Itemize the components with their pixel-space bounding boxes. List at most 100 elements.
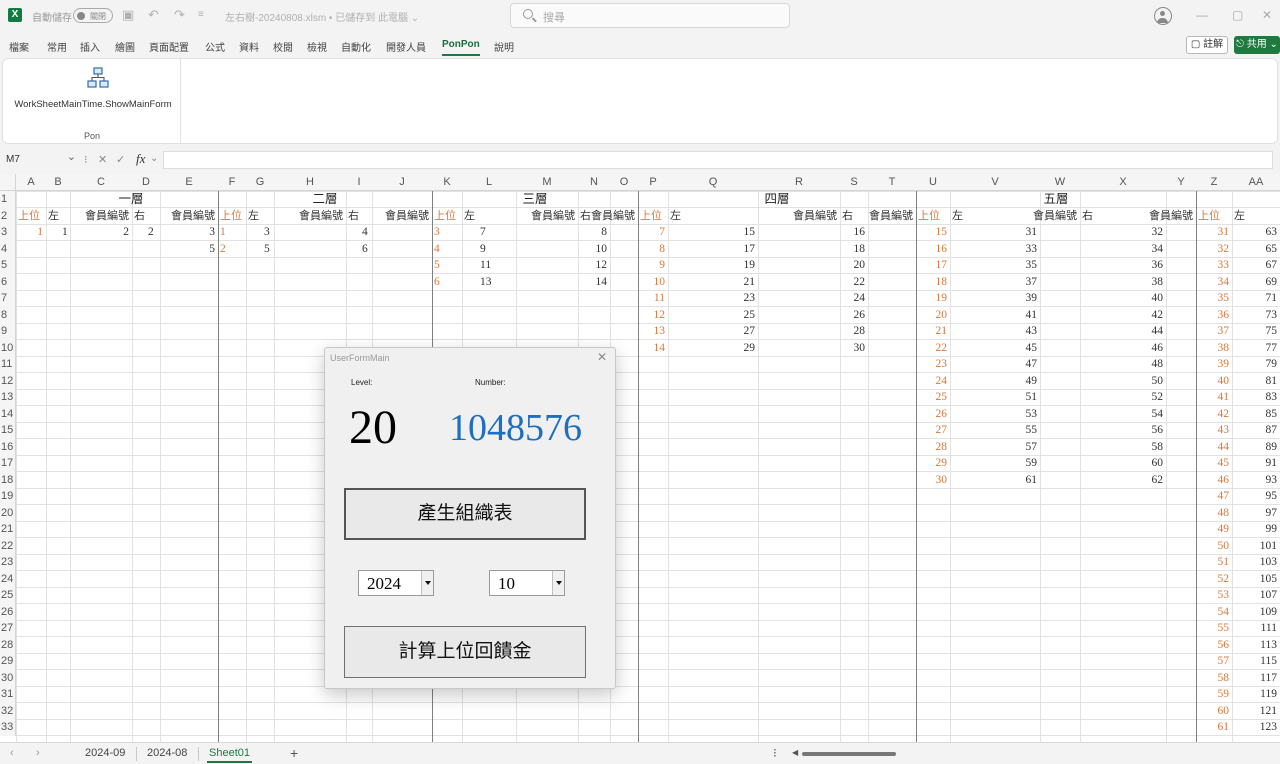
cell-right[interactable]: 38 bbox=[1040, 274, 1164, 291]
cell-left[interactable]: 115 bbox=[1192, 653, 1277, 670]
column-header[interactable]: Z bbox=[1196, 174, 1232, 191]
column-header[interactable]: R bbox=[758, 174, 840, 191]
column-header[interactable]: H bbox=[274, 174, 346, 191]
row-header[interactable]: 1 bbox=[0, 191, 16, 208]
tab-file[interactable]: 檔案 bbox=[9, 39, 29, 54]
tab-page-layout[interactable]: 頁面配置 bbox=[149, 39, 189, 54]
cell-left[interactable]: 97 bbox=[1192, 505, 1278, 522]
row-header[interactable]: 16 bbox=[0, 438, 16, 455]
cell-left[interactable]: 3 bbox=[264, 224, 352, 241]
row-header[interactable]: 7 bbox=[0, 290, 16, 307]
scroll-left-icon[interactable]: ◀ bbox=[792, 748, 798, 757]
insert-function-icon[interactable]: fx bbox=[136, 151, 145, 167]
column-header[interactable]: X bbox=[1080, 174, 1166, 191]
more-options-icon[interactable]: ⁝ bbox=[84, 153, 88, 166]
cell-right[interactable]: 2 bbox=[30, 224, 129, 241]
cell-left[interactable]: 105 bbox=[1192, 571, 1277, 588]
cell-left[interactable]: 25 bbox=[628, 307, 756, 324]
autosave-toggle[interactable]: 關閉 bbox=[73, 8, 113, 23]
cell-right[interactable]: 16 bbox=[800, 224, 866, 241]
cell-right[interactable]: 24 bbox=[800, 290, 866, 307]
cell-right[interactable]: 18 bbox=[800, 241, 866, 258]
cell-left[interactable]: 85 bbox=[1192, 406, 1278, 423]
cell-right[interactable]: 40 bbox=[1040, 290, 1164, 307]
row-header[interactable]: 25 bbox=[0, 587, 16, 604]
column-header[interactable]: P bbox=[638, 174, 668, 191]
minimize-icon[interactable]: — bbox=[1196, 8, 1208, 22]
row-header[interactable]: 23 bbox=[0, 554, 16, 571]
row-header[interactable]: 5 bbox=[0, 257, 16, 274]
tab-developer[interactable]: 開發人員 bbox=[386, 39, 426, 54]
sheet-tab-2024-09[interactable]: 2024-09 bbox=[85, 747, 125, 759]
month-select[interactable]: 10 bbox=[489, 570, 565, 596]
column-header[interactable]: O bbox=[610, 174, 638, 191]
cell-right[interactable]: 56 bbox=[1040, 422, 1164, 439]
cell-member[interactable]: 5 bbox=[120, 241, 215, 258]
tab-automate[interactable]: 自動化 bbox=[341, 39, 371, 54]
cell-right[interactable]: 8 bbox=[538, 224, 607, 241]
column-header[interactable]: J bbox=[372, 174, 432, 191]
row-header[interactable]: 9 bbox=[0, 323, 16, 340]
row-header[interactable]: 11 bbox=[0, 356, 16, 373]
section-title[interactable]: 二層 bbox=[218, 191, 432, 208]
cell-right[interactable]: 44 bbox=[1040, 323, 1164, 340]
cell-right[interactable]: 26 bbox=[800, 307, 866, 324]
account-avatar-icon[interactable] bbox=[1154, 7, 1172, 25]
cell-left[interactable]: 41 bbox=[910, 307, 1038, 324]
cell-left[interactable]: 103 bbox=[1192, 554, 1277, 571]
tab-draw[interactable]: 繪圖 bbox=[115, 39, 135, 54]
cell-left[interactable]: 15 bbox=[628, 224, 756, 241]
row-header[interactable]: 22 bbox=[0, 537, 16, 554]
cell-left[interactable]: 75 bbox=[1192, 323, 1278, 340]
comments-button[interactable]: ▢ 註解 bbox=[1186, 36, 1228, 54]
column-label-member-b[interactable]: 會員編號 bbox=[120, 208, 215, 225]
row-header[interactable]: 8 bbox=[0, 306, 16, 323]
add-sheet-icon[interactable]: + bbox=[290, 745, 298, 761]
cell-left[interactable]: 35 bbox=[910, 257, 1038, 274]
cell-left[interactable]: 113 bbox=[1192, 637, 1277, 654]
column-header[interactable]: N bbox=[578, 174, 610, 191]
cell-left[interactable]: 91 bbox=[1192, 455, 1278, 472]
row-header[interactable]: 24 bbox=[0, 570, 16, 587]
cell-right[interactable]: 30 bbox=[800, 340, 866, 357]
cell-left[interactable]: 57 bbox=[910, 439, 1038, 456]
cell-left[interactable]: 79 bbox=[1192, 356, 1278, 373]
column-header[interactable]: AA bbox=[1232, 174, 1280, 191]
search-box[interactable]: 搜尋 bbox=[510, 3, 790, 28]
cancel-entry-icon[interactable]: ✕ bbox=[98, 153, 107, 166]
column-header[interactable]: I bbox=[346, 174, 372, 191]
row-header[interactable]: 21 bbox=[0, 521, 16, 538]
cell-right[interactable]: 14 bbox=[538, 274, 608, 291]
year-select[interactable]: 2024 bbox=[358, 570, 434, 596]
column-header[interactable]: E bbox=[160, 174, 218, 191]
cell-right[interactable]: 58 bbox=[1040, 439, 1164, 456]
cell-left[interactable]: 101 bbox=[1192, 538, 1277, 555]
column-header[interactable]: C bbox=[70, 174, 132, 191]
tab-view[interactable]: 檢視 bbox=[307, 39, 327, 54]
column-header[interactable]: A bbox=[16, 174, 46, 191]
cell-left[interactable]: 123 bbox=[1192, 719, 1277, 736]
next-sheet-icon[interactable]: › bbox=[36, 747, 40, 759]
tab-formulas[interactable]: 公式 bbox=[205, 39, 225, 54]
cell-right[interactable]: 48 bbox=[1040, 356, 1164, 373]
column-header[interactable]: D bbox=[132, 174, 160, 191]
close-window-icon[interactable]: ✕ bbox=[1262, 8, 1272, 22]
customize-toolbar-icon[interactable]: ≡ bbox=[198, 8, 204, 22]
sheet-tab-sheet01[interactable]: Sheet01 bbox=[207, 747, 252, 763]
generate-org-chart-button[interactable]: 產生組織表 bbox=[344, 488, 586, 540]
cell-left[interactable]: 19 bbox=[628, 257, 756, 274]
prev-sheet-icon[interactable]: ‹ bbox=[10, 747, 14, 759]
cell-right[interactable]: 36 bbox=[1040, 257, 1164, 274]
cell-left[interactable]: 65 bbox=[1192, 241, 1278, 258]
column-header[interactable]: T bbox=[868, 174, 916, 191]
cell-left[interactable]: 47 bbox=[910, 356, 1038, 373]
cell-right[interactable]: 34 bbox=[1040, 241, 1164, 258]
column-label-member-a[interactable]: 會員編號 bbox=[476, 208, 575, 225]
cell-member[interactable]: 3 bbox=[120, 224, 215, 241]
row-header[interactable]: 15 bbox=[0, 422, 16, 439]
more-options-icon[interactable]: ⁝ bbox=[773, 746, 777, 760]
scrollbar-thumb[interactable] bbox=[802, 752, 896, 756]
cell-left[interactable]: 119 bbox=[1192, 686, 1277, 703]
cell-right[interactable]: 12 bbox=[538, 257, 608, 274]
cell-left[interactable]: 107 bbox=[1192, 587, 1277, 604]
